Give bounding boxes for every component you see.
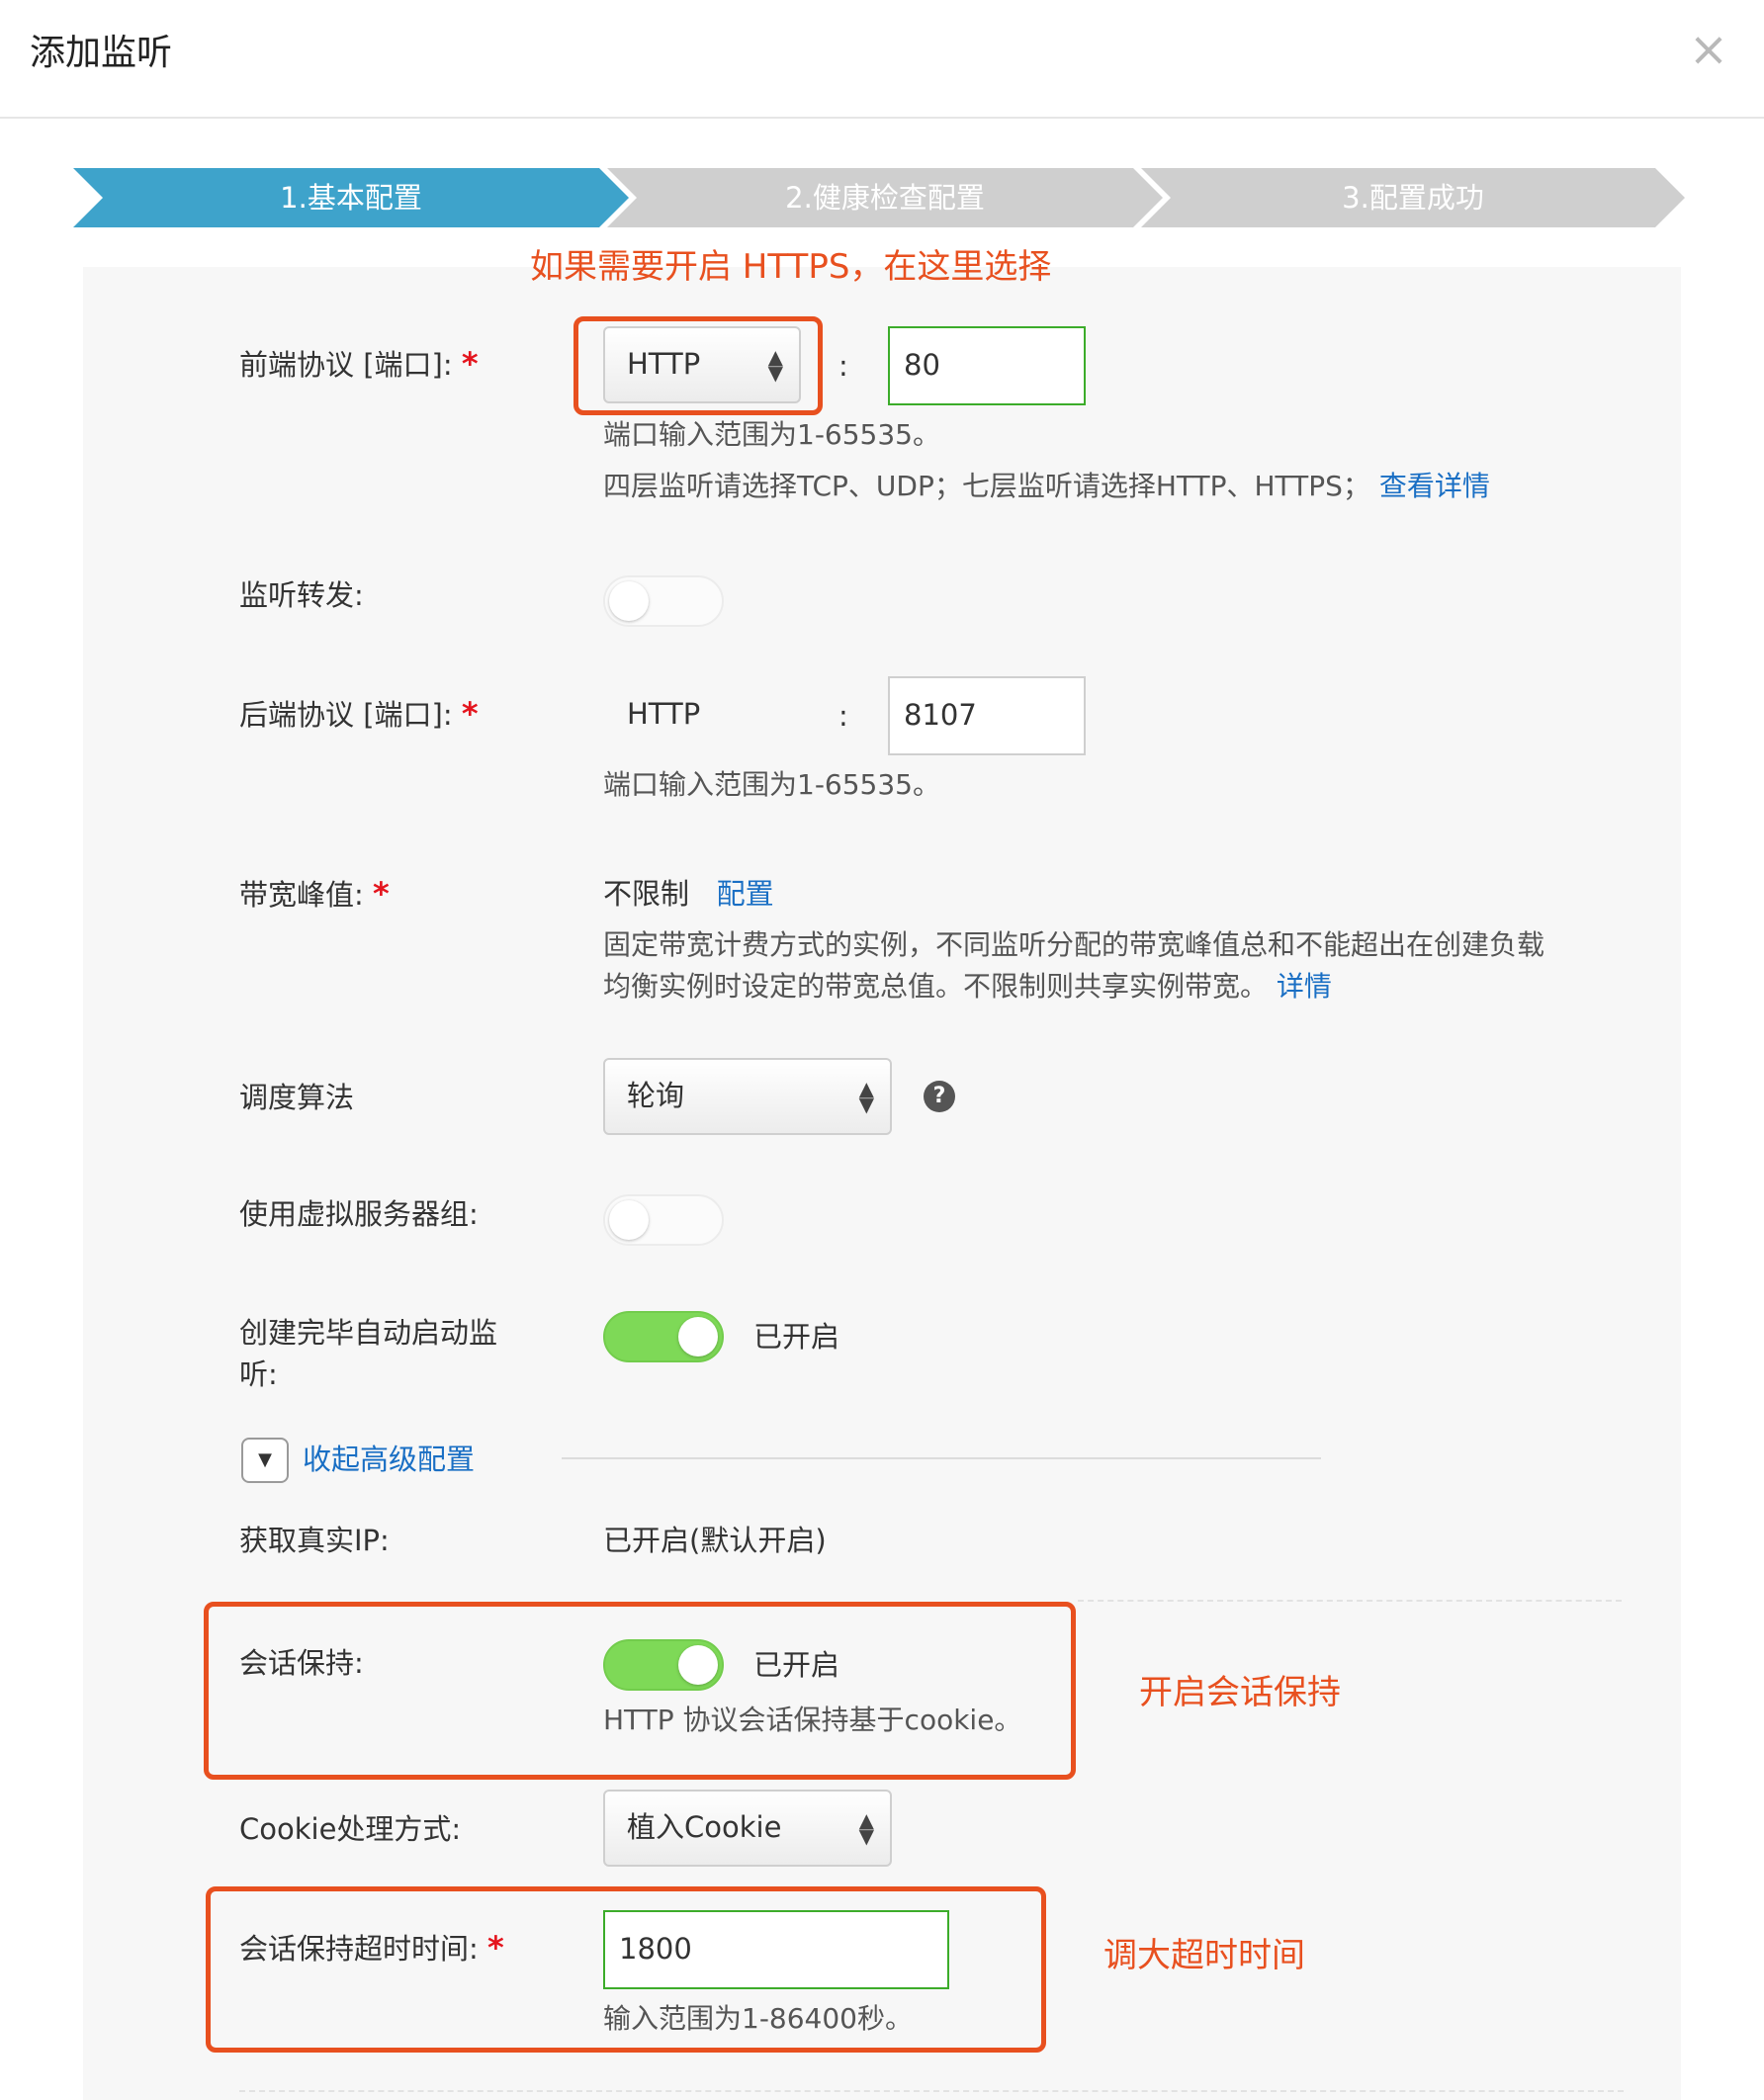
auto-start-label-line2: 听: bbox=[239, 1357, 278, 1391]
frontend-protocol-hint: 四层监听请选择TCP、UDP；七层监听请选择HTTP、HTTPS； 查看详情 bbox=[603, 470, 1490, 502]
session-status: 已开启 bbox=[753, 1648, 840, 1682]
port-separator: : bbox=[838, 699, 848, 733]
timeout-hint: 输入范围为1-86400秒。 bbox=[603, 2002, 913, 2035]
collapse-advanced-link[interactable]: 收起高级配置 bbox=[303, 1440, 475, 1479]
updown-arrows-icon: ▲ ▼ bbox=[767, 345, 783, 385]
auto-start-toggle[interactable] bbox=[603, 1311, 724, 1362]
question-icon[interactable]: ? bbox=[924, 1081, 955, 1112]
backend-port-input[interactable]: 8107 bbox=[888, 676, 1086, 755]
vserver-group-label: 使用虚拟服务器组: bbox=[239, 1197, 479, 1231]
toggle-knob bbox=[678, 1317, 718, 1356]
section-dashed-line bbox=[1078, 1600, 1622, 1602]
forwarding-label: 监听转发: bbox=[239, 578, 364, 612]
annotation-session: 开启会话保持 bbox=[1139, 1673, 1341, 1712]
timeout-input[interactable]: 1800 bbox=[603, 1910, 949, 1989]
required-mark: * bbox=[373, 875, 390, 913]
cookie-mode-select[interactable]: 植入Cookie ▲ ▼ bbox=[603, 1790, 892, 1867]
required-mark: * bbox=[461, 695, 479, 733]
cookie-mode-label: Cookie处理方式: bbox=[239, 1812, 462, 1846]
frontend-port-hint: 端口输入范围为1-65535。 bbox=[603, 418, 940, 451]
bandwidth-detail-link[interactable]: 详情 bbox=[1277, 970, 1332, 1003]
dialog-title: 添加监听 bbox=[30, 33, 173, 73]
backend-protocol-label: 后端协议 [端口]: * bbox=[239, 695, 479, 733]
toggle-knob bbox=[609, 581, 649, 621]
port-separator: : bbox=[838, 349, 848, 383]
backend-protocol-value: HTTP bbox=[627, 697, 701, 731]
session-toggle[interactable] bbox=[603, 1639, 724, 1691]
bottom-dashed-line bbox=[239, 2090, 1624, 2092]
close-icon[interactable]: × bbox=[1687, 26, 1730, 73]
step-2-label: 2.健康检查配置 bbox=[785, 181, 985, 215]
updown-arrows-icon: ▲ ▼ bbox=[858, 1808, 874, 1848]
updown-arrows-icon: ▲ ▼ bbox=[858, 1077, 874, 1116]
frontend-port-input[interactable]: 80 bbox=[888, 326, 1086, 405]
vserver-group-toggle[interactable] bbox=[603, 1194, 724, 1246]
annotation-timeout: 调大超时时间 bbox=[1103, 1936, 1305, 1975]
auto-start-label-line1: 创建完毕自动启动监 bbox=[239, 1316, 498, 1350]
advanced-divider bbox=[562, 1457, 1321, 1459]
session-hint: HTTP 协议会话保持基于cookie。 bbox=[603, 1704, 1022, 1736]
header-divider bbox=[0, 117, 1764, 119]
timeout-label: 会话保持超时时间: * bbox=[239, 1929, 504, 1967]
required-mark: * bbox=[461, 345, 479, 383]
bandwidth-desc-line1: 固定带宽计费方式的实例，不同监听分配的带宽峰值总和不能超出在创建负载 bbox=[603, 928, 1545, 961]
bandwidth-desc-line2: 均衡实例时设定的带宽总值。不限制则共享实例带宽。 详情 bbox=[603, 970, 1332, 1003]
real-ip-value: 已开启(默认开启) bbox=[603, 1524, 827, 1557]
bandwidth-config-link[interactable]: 配置 bbox=[717, 877, 774, 911]
scheduler-select[interactable]: 轮询 ▲ ▼ bbox=[603, 1058, 892, 1135]
annotation-https: 如果需要开启 HTTPS，在这里选择 bbox=[530, 247, 1052, 287]
step-3-label: 3.配置成功 bbox=[1342, 181, 1484, 215]
required-mark: * bbox=[487, 1929, 504, 1967]
session-label: 会话保持: bbox=[239, 1646, 364, 1680]
scheduler-label: 调度算法 bbox=[239, 1081, 355, 1114]
annotation-box-session bbox=[204, 1602, 1076, 1780]
toggle-knob bbox=[678, 1645, 718, 1685]
frontend-protocol-select[interactable]: HTTP ▲ ▼ bbox=[603, 326, 801, 403]
frontend-protocol-label: 前端协议 [端口]: * bbox=[239, 345, 479, 383]
real-ip-label: 获取真实IP: bbox=[239, 1524, 390, 1557]
forwarding-toggle[interactable] bbox=[603, 575, 724, 627]
toggle-knob bbox=[609, 1200, 649, 1240]
step-progress: 1.基本配置 2.健康检查配置 3.配置成功 bbox=[73, 168, 1685, 227]
chevron-down-icon[interactable]: ▼ bbox=[241, 1438, 289, 1483]
bandwidth-label: 带宽峰值: * bbox=[239, 875, 390, 913]
backend-port-hint: 端口输入范围为1-65535。 bbox=[603, 768, 940, 801]
view-details-link[interactable]: 查看详情 bbox=[1379, 470, 1490, 502]
step-1-label: 1.基本配置 bbox=[280, 181, 422, 215]
bandwidth-value: 不限制 配置 bbox=[603, 877, 774, 911]
auto-start-status: 已开启 bbox=[753, 1320, 840, 1354]
